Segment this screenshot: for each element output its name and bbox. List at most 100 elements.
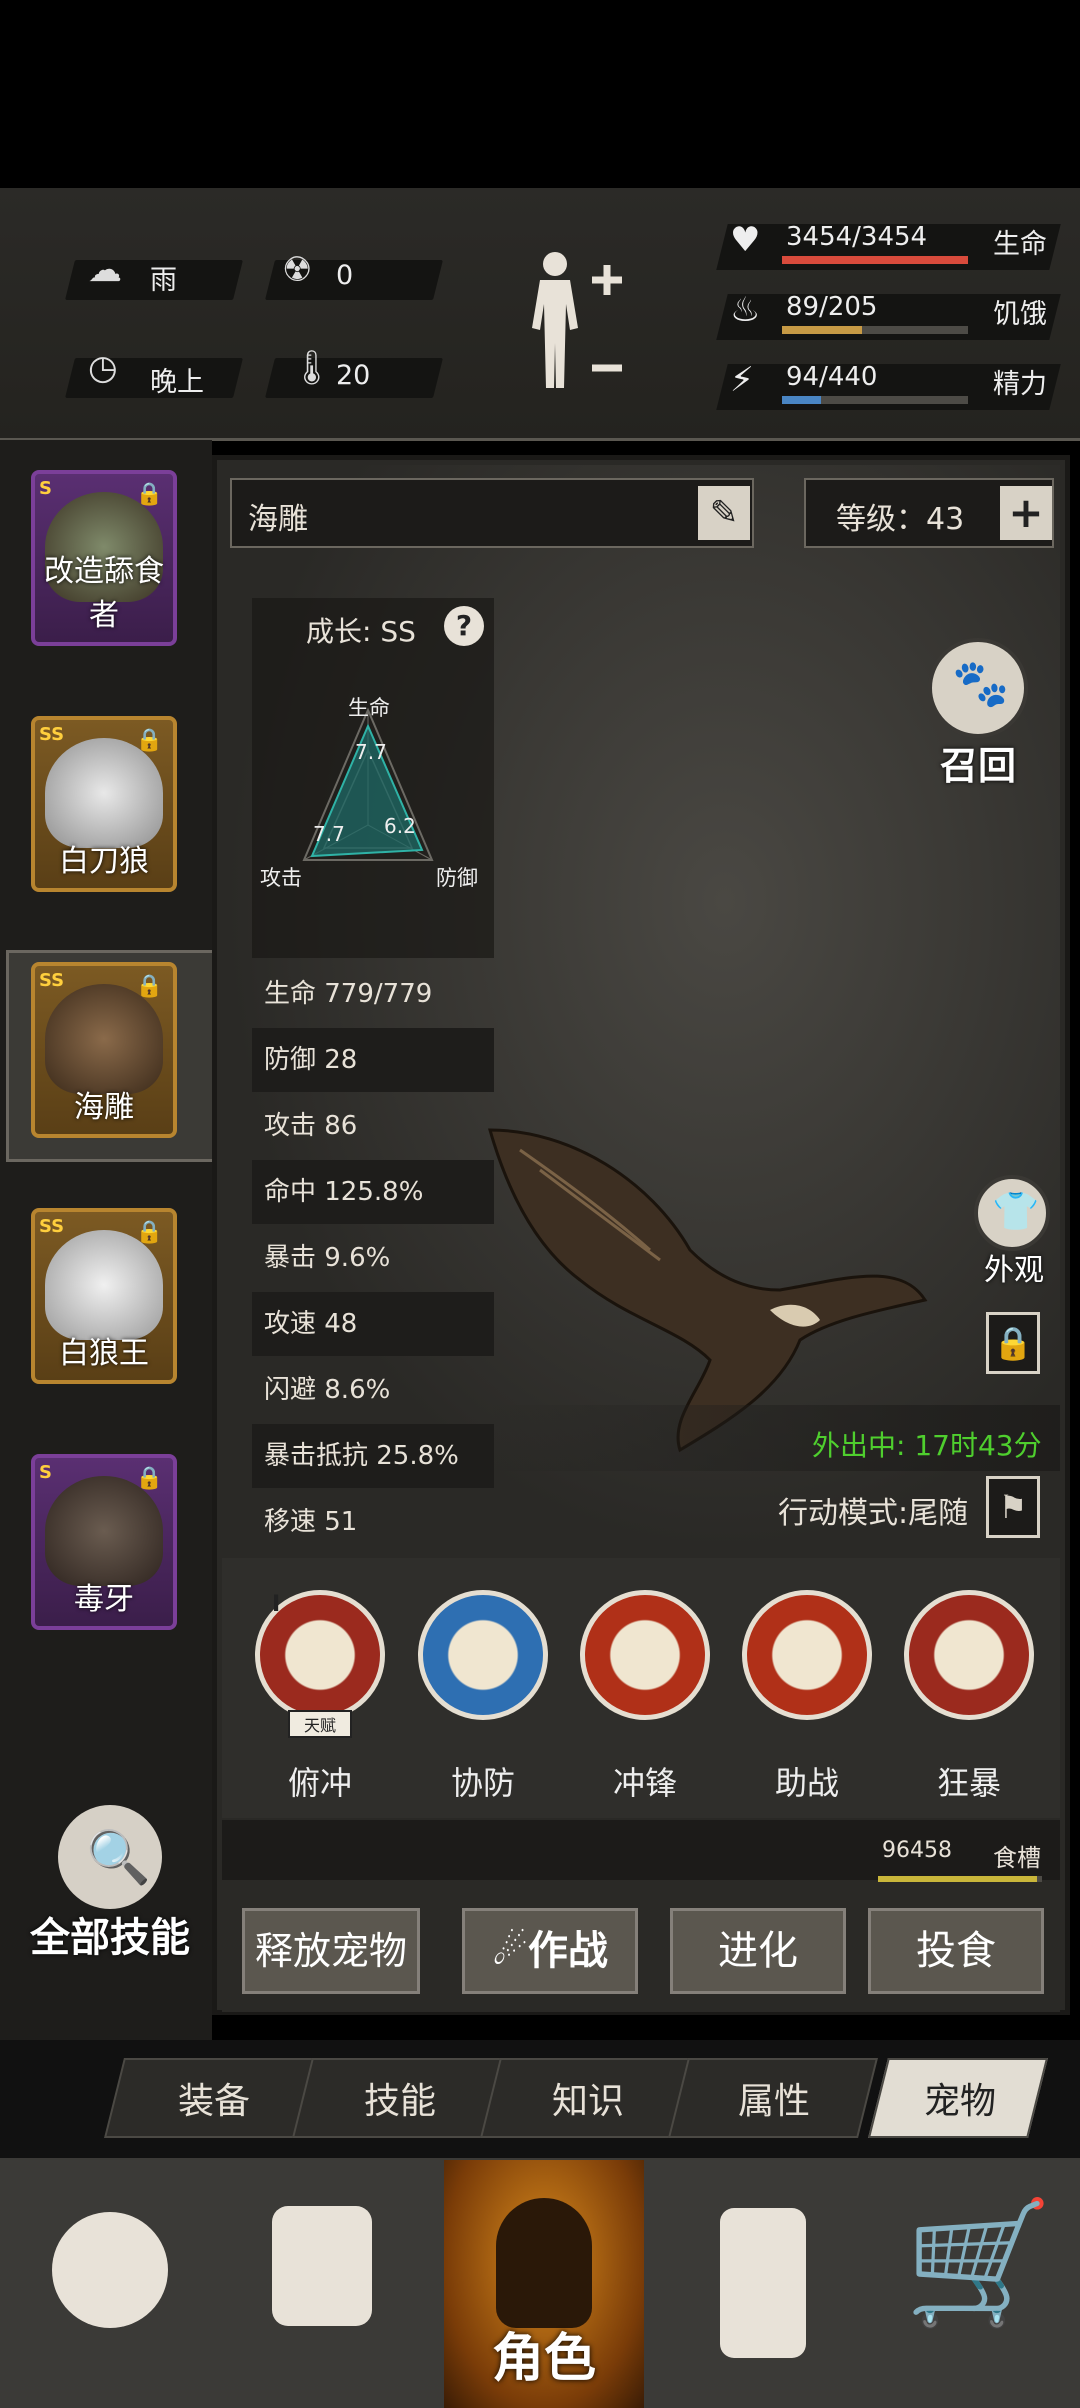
- stat-row: 攻速 48: [252, 1292, 494, 1356]
- backpack-icon: [272, 2206, 372, 2326]
- stat-row: 移速 51: [264, 1507, 358, 1537]
- feed-button[interactable]: 投食: [868, 1908, 1044, 1994]
- energy-label: 精力: [993, 369, 1047, 400]
- tab-knowledge-label[interactable]: 知识: [552, 2072, 624, 2124]
- energy-fill: [782, 396, 822, 404]
- character-body-icon[interactable]: [520, 248, 630, 398]
- lock-icon[interactable]: 🔒: [136, 1466, 163, 1491]
- skill-guard-icon[interactable]: [418, 1590, 548, 1720]
- edit-name-pencil-icon[interactable]: ✎: [698, 486, 750, 540]
- radiation-value: 0: [336, 260, 354, 291]
- level-label: 等级：43: [836, 502, 965, 537]
- stomach-icon: ♨: [730, 290, 761, 330]
- stat-row: 攻击 86: [264, 1111, 358, 1141]
- level-up-plus-icon[interactable]: +: [1000, 486, 1052, 540]
- skill-label: 助战: [774, 1764, 839, 1802]
- skill-frenzy-icon[interactable]: [904, 1590, 1034, 1720]
- radar-left-label: 攻击: [260, 866, 302, 890]
- lock-icon[interactable]: 🔒: [136, 482, 163, 507]
- radar-left-value: 7.7: [313, 822, 345, 846]
- eagle-portrait: [45, 984, 163, 1094]
- recall-label[interactable]: 召回: [940, 735, 1016, 790]
- status-panel: ☁ 雨 ☢ 0 ◷ 晚上 🌡 20 ♥ 3454/3454 生命 ♨ 89/20…: [0, 188, 1080, 441]
- stat-row: 生命 779/779: [264, 979, 433, 1009]
- lock-icon[interactable]: 🔒: [136, 728, 163, 753]
- skill-label: 狂暴: [936, 1764, 1001, 1802]
- lock-icon[interactable]: 🔒: [136, 1220, 163, 1245]
- pet-name-box[interactable]: 海雕 ✎: [230, 478, 754, 548]
- paw-prints-icon: 🐾: [952, 656, 1010, 710]
- battle-button[interactable]: ☄作战: [462, 1908, 638, 1994]
- nav-radio[interactable]: [680, 2180, 850, 2380]
- time-text: 晚上: [150, 367, 204, 398]
- pet-name-title: 海雕: [248, 502, 308, 537]
- energy-bolt-icon: ⚡: [730, 360, 754, 400]
- radar-right-value: 6.2: [384, 814, 416, 838]
- pet-name: 改造舔食者: [44, 554, 164, 633]
- growth-label: 成长: SS: [306, 615, 416, 648]
- skill-charge-icon[interactable]: [580, 1590, 710, 1720]
- skill-assist-icon[interactable]: [742, 1590, 872, 1720]
- skill-label: 协防: [450, 1764, 515, 1802]
- rank-badge: S: [39, 1462, 52, 1483]
- nav-character[interactable]: 角色: [460, 2180, 630, 2389]
- walkie-talkie-icon: [720, 2208, 806, 2358]
- pet-card-4[interactable]: SS 🔒 白狼王: [31, 1208, 177, 1384]
- pet-card-3[interactable]: SS 🔒 海雕: [31, 962, 177, 1138]
- food-value: 96458: [882, 1838, 952, 1863]
- rank-badge: SS: [39, 1216, 65, 1237]
- lock-icon[interactable]: 🔒: [136, 974, 163, 999]
- rank-badge: SS: [39, 724, 65, 745]
- clock-icon: ◷: [88, 348, 118, 388]
- health-value: 3454/3454: [786, 222, 928, 252]
- release-pet-button[interactable]: 释放宠物: [242, 1908, 420, 1994]
- health-fill: [782, 256, 968, 264]
- stat-row: 防御 28: [252, 1028, 494, 1092]
- tab-equipment-label[interactable]: 装备: [178, 2072, 250, 2124]
- food-label: 食槽: [993, 1844, 1041, 1872]
- pet-card-1[interactable]: S 🔒 改造舔食者: [31, 470, 177, 646]
- shirt-icon: 👕: [992, 1189, 1040, 1233]
- recall-button[interactable]: 🐾: [928, 638, 1028, 738]
- flag-icon[interactable]: ⚑: [986, 1476, 1040, 1538]
- radar-right-label: 防御: [436, 866, 478, 890]
- radar-top-label: 生命: [348, 696, 390, 720]
- shopping-cart-icon: 🛒: [904, 2194, 1054, 2333]
- tab-pets-label[interactable]: 宠物: [924, 2072, 996, 2124]
- nav-backpack[interactable]: [240, 2180, 410, 2380]
- nav-world-map[interactable]: [30, 2180, 200, 2380]
- weather-text: 雨: [150, 265, 177, 296]
- tab-attributes-label[interactable]: 属性: [738, 2072, 810, 2124]
- all-skills-label[interactable]: 全部技能: [30, 1905, 190, 1963]
- pet-card-5[interactable]: S 🔒 毒牙: [31, 1454, 177, 1630]
- hunger-fill: [782, 326, 862, 334]
- rank-badge: S: [39, 478, 52, 499]
- radar-top-value: 7.7: [355, 740, 387, 764]
- action-mode-text[interactable]: 行动模式:尾随: [778, 1488, 968, 1532]
- stat-row: 暴击 9.6%: [264, 1243, 391, 1273]
- nav-shop[interactable]: 🛒: [890, 2180, 1060, 2380]
- all-skills-button[interactable]: 🔍: [58, 1805, 162, 1909]
- lock-toggle-icon[interactable]: 🔒: [986, 1312, 1040, 1374]
- pet-name: 白刀狼: [59, 844, 149, 879]
- rain-cloud-icon: ☁: [88, 250, 122, 290]
- evolve-button[interactable]: 进化: [670, 1908, 846, 1994]
- magnifier-document-icon: 🔍: [86, 1828, 151, 1888]
- appearance-button[interactable]: 👕: [974, 1175, 1050, 1251]
- health-label: 生命: [993, 229, 1047, 260]
- stat-row: 闪避 8.6%: [264, 1375, 391, 1405]
- level-box: 等级：43 +: [804, 478, 1054, 548]
- pet-card-2[interactable]: SS 🔒 白刀狼: [31, 716, 177, 892]
- rank-badge: SS: [39, 970, 65, 991]
- thermometer-icon: 🌡: [290, 348, 334, 388]
- tab-skills-label[interactable]: 技能: [364, 2072, 436, 2124]
- wolf-king-portrait: [45, 1230, 163, 1340]
- hunger-label: 饥饿: [993, 299, 1047, 330]
- pet-name: 毒牙: [74, 1582, 134, 1617]
- help-question-icon[interactable]: ?: [444, 606, 484, 646]
- snake-portrait: [45, 1476, 163, 1586]
- globe-icon: [52, 2212, 168, 2328]
- head-profile-icon: [496, 2198, 592, 2328]
- skill-label: 俯冲: [287, 1764, 352, 1802]
- appearance-label[interactable]: 外观: [984, 1245, 1044, 1289]
